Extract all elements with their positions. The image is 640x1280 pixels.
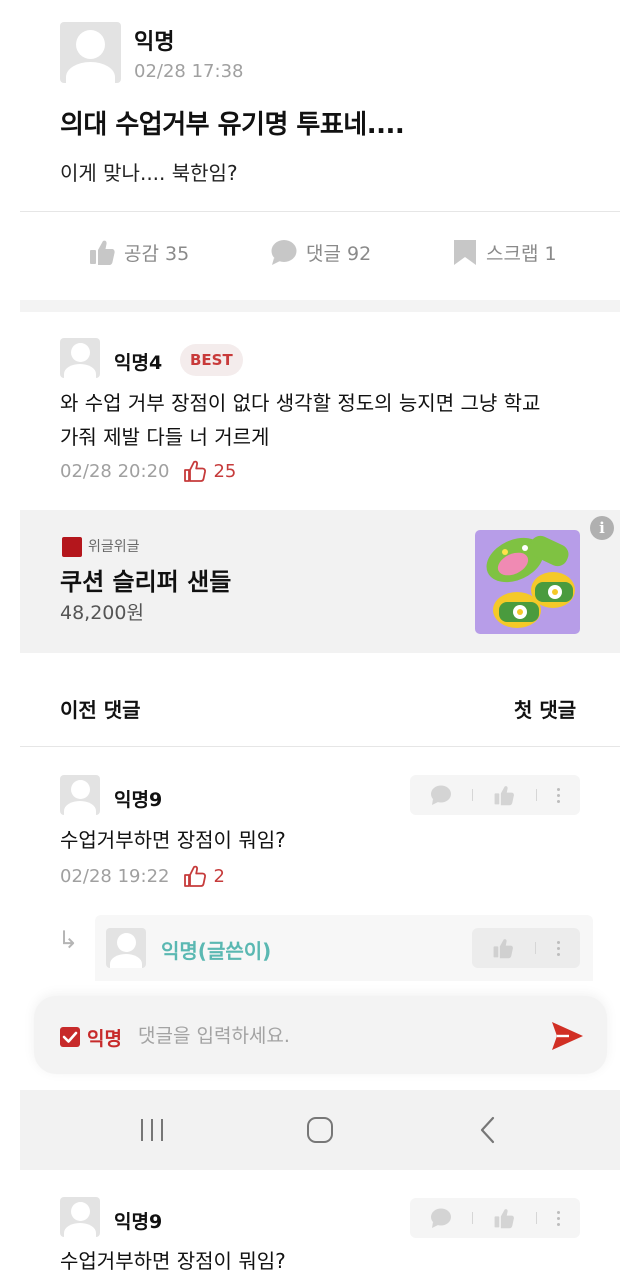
best-comment-meta: 02/28 20:20 25 <box>60 459 236 483</box>
comment-count-label: 댓글 92 <box>306 242 372 265</box>
comments-divider <box>20 746 620 747</box>
thumbs-up-icon[interactable] <box>492 937 514 959</box>
comment-input[interactable] <box>138 1018 518 1054</box>
reply-actions <box>472 928 580 968</box>
anonymous-checkbox[interactable] <box>60 1027 80 1047</box>
brand-logo <box>62 537 82 557</box>
post-timestamp: 02/28 17:38 <box>134 61 244 82</box>
post-body: 이게 맞나.... 북한임? <box>60 161 238 185</box>
scrap-label: 스크랩 1 <box>486 242 557 265</box>
separator <box>535 789 537 801</box>
best-comment-like-button[interactable]: 25 <box>183 459 236 483</box>
more-options-icon[interactable] <box>556 940 560 956</box>
separator <box>472 1212 474 1224</box>
like-button[interactable]: 공감 35 <box>88 238 189 266</box>
anonymous-label: 익명 <box>87 1028 122 1050</box>
best-comment-author: 익명4 <box>114 352 163 374</box>
best-comment-avatar <box>60 338 100 378</box>
post-title: 의대 수업거부 유기명 투표네.... <box>60 110 405 140</box>
like-label: 공감 35 <box>124 242 190 265</box>
comment-author: 익명9 <box>114 1211 163 1233</box>
scrap-button[interactable]: 스크랩 1 <box>452 238 557 266</box>
home-icon[interactable] <box>306 1116 334 1144</box>
post-author: 익명 <box>134 30 175 55</box>
best-comment-likes: 25 <box>213 460 237 482</box>
reply-icon[interactable] <box>430 1207 452 1229</box>
thumbs-up-icon <box>90 240 115 265</box>
best-comment-time: 02/28 20:20 <box>60 460 170 482</box>
thumbs-up-icon[interactable] <box>493 1207 515 1229</box>
post-divider <box>20 211 620 212</box>
separator <box>535 1212 537 1224</box>
prev-comments-link[interactable]: 이전 댓글 <box>60 694 141 723</box>
reply-icon[interactable] <box>430 784 452 806</box>
comment-likes: 2 <box>213 865 225 887</box>
comment-actions <box>410 775 580 815</box>
best-badge: BEST <box>180 344 243 376</box>
reply-avatar <box>106 928 146 968</box>
comment-author: 익명9 <box>114 789 163 811</box>
separator <box>534 942 536 954</box>
comment-count-button[interactable]: 댓글 92 <box>270 238 371 266</box>
post-author-avatar <box>60 22 121 83</box>
best-comment-text: 와 수업 거부 장점이 없다 생각할 정도의 능지면 그냥 학교 가줘 제발 다… <box>60 386 540 454</box>
best-comment-text-line1: 와 수업 거부 장점이 없다 생각할 정도의 능지면 그냥 학교 <box>60 391 541 415</box>
ad-banner[interactable]: 위글위글 쿠션 슬리퍼 샌들 48,200원 i <box>20 510 620 653</box>
comment-avatar <box>60 775 100 815</box>
ad-title: 쿠션 슬리퍼 샌들 <box>60 568 232 596</box>
ad-price: 48,200원 <box>60 602 144 624</box>
system-navigation-bar <box>20 1090 620 1170</box>
best-comment-text-line2: 가줘 제발 다들 너 거르게 <box>60 425 270 449</box>
check-icon <box>62 1031 78 1043</box>
section-gap <box>20 300 620 312</box>
separator <box>472 789 474 801</box>
back-icon[interactable] <box>478 1116 498 1144</box>
more-options-icon[interactable] <box>556 1210 560 1226</box>
reply-author: 익명(글쓴이) <box>161 939 272 963</box>
ad-brand: 위글위글 <box>88 539 140 555</box>
bookmark-icon <box>454 240 476 265</box>
thumbs-up-outline-icon <box>184 865 207 887</box>
comment-text: 수업거부하면 장점이 뭐임? <box>60 828 286 852</box>
thumbs-up-icon[interactable] <box>493 784 515 806</box>
ad-info-icon[interactable]: i <box>590 516 614 540</box>
first-comment-link[interactable]: 첫 댓글 <box>514 694 576 723</box>
ad-product-image <box>475 530 580 634</box>
send-icon[interactable] <box>549 1018 585 1054</box>
reply-arrow-icon: ↳ <box>58 926 79 954</box>
more-options-icon[interactable] <box>556 787 560 803</box>
comment-actions <box>410 1198 580 1238</box>
comment-like-button[interactable]: 2 <box>183 864 225 888</box>
recent-apps-icon[interactable] <box>138 1117 166 1143</box>
comment-meta: 02/28 19:22 2 <box>60 864 225 888</box>
comment-text: 수업거부하면 장점이 뭐임? <box>60 1249 286 1273</box>
speech-bubble-icon <box>271 240 297 265</box>
thumbs-up-outline-icon <box>184 460 207 482</box>
comment-time: 02/28 19:22 <box>60 865 170 887</box>
comment-avatar <box>60 1197 100 1237</box>
